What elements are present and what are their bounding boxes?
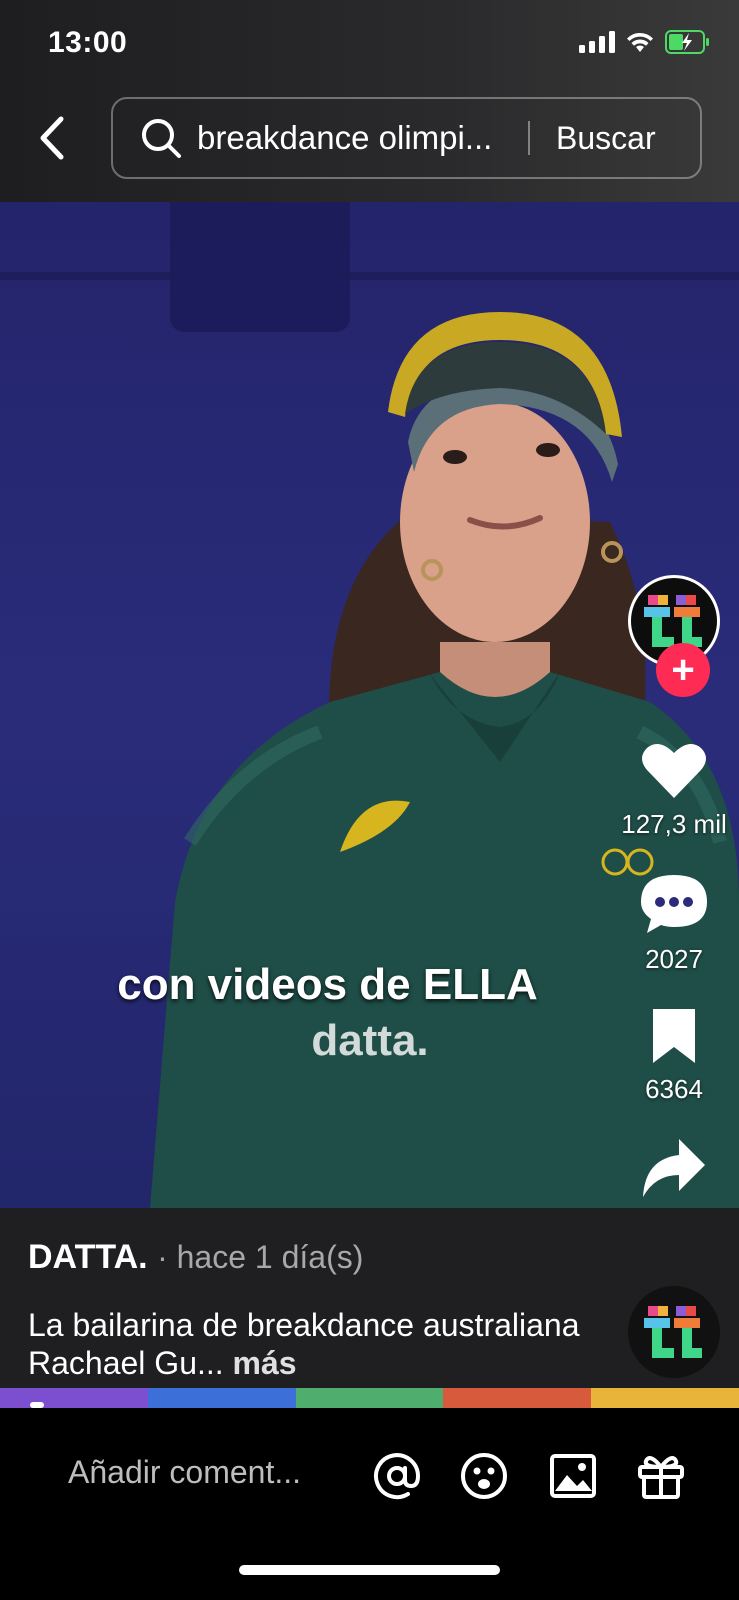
author-line: DATTA. · hace 1 día(s) bbox=[28, 1238, 363, 1277]
author-name[interactable]: DATTA. bbox=[28, 1238, 148, 1276]
status-time: 13:00 bbox=[48, 26, 128, 59]
strip-segment bbox=[147, 1388, 296, 1408]
mention-button[interactable] bbox=[371, 1450, 423, 1502]
top-bar: 13:00 breakdance olimpi... Buscar bbox=[0, 0, 739, 202]
tiktok-video-screen: 13:00 breakdance olimpi... Buscar con vi… bbox=[0, 0, 739, 1600]
wifi-icon bbox=[627, 32, 653, 52]
share-icon bbox=[643, 1139, 705, 1197]
image-icon bbox=[550, 1454, 596, 1498]
gift-icon bbox=[638, 1456, 684, 1499]
video-progress-strip[interactable] bbox=[0, 1388, 739, 1408]
search-button[interactable]: Buscar bbox=[556, 120, 656, 157]
search-icon bbox=[139, 116, 183, 160]
follow-button[interactable]: + bbox=[656, 643, 710, 697]
back-button[interactable] bbox=[30, 112, 74, 164]
strip-segment bbox=[0, 1388, 148, 1408]
video-caption: con videos de ELLA bbox=[117, 960, 538, 1009]
comment-button[interactable]: 2027 bbox=[609, 873, 739, 975]
heart-icon bbox=[642, 744, 706, 798]
post-time: · hace 1 día(s) bbox=[157, 1239, 364, 1275]
save-count: 6364 bbox=[645, 1074, 703, 1104]
bookmark-button[interactable]: 6364 bbox=[609, 1007, 739, 1105]
search-input[interactable]: breakdance olimpi... bbox=[197, 119, 522, 157]
music-disc-avatar[interactable] bbox=[628, 1286, 720, 1378]
emoji-button[interactable] bbox=[458, 1450, 510, 1502]
status-icons bbox=[579, 30, 711, 54]
back-icon bbox=[40, 116, 64, 160]
strip-segment bbox=[295, 1388, 444, 1408]
strip-segment bbox=[443, 1388, 592, 1408]
search-box[interactable]: breakdance olimpi... Buscar bbox=[111, 97, 702, 179]
comment-icon bbox=[641, 875, 707, 933]
creator-logo-icon bbox=[644, 595, 702, 647]
comment-count: 2027 bbox=[645, 944, 703, 974]
emoji-icon bbox=[461, 1453, 507, 1499]
battery-icon bbox=[665, 30, 709, 54]
home-indicator[interactable] bbox=[239, 1565, 500, 1575]
post-info-panel: DATTA. · hace 1 día(s) La bailarina de b… bbox=[0, 1208, 739, 1388]
gift-button[interactable] bbox=[635, 1450, 687, 1502]
more-link[interactable]: más bbox=[233, 1345, 297, 1381]
like-button[interactable]: 127,3 mil bbox=[609, 740, 739, 840]
strip-segment bbox=[591, 1388, 739, 1408]
bookmark-icon bbox=[653, 1009, 695, 1063]
post-description[interactable]: La bailarina de breakdance australiana R… bbox=[28, 1306, 588, 1382]
mention-icon bbox=[374, 1453, 421, 1500]
creator-logo-icon bbox=[644, 1306, 702, 1358]
comment-input[interactable]: Añadir coment... bbox=[68, 1454, 301, 1491]
signal-icon bbox=[579, 31, 615, 53]
search-divider bbox=[528, 121, 530, 155]
description-text: La bailarina de breakdance australiana R… bbox=[28, 1307, 580, 1381]
like-count: 127,3 mil bbox=[621, 809, 727, 839]
image-button[interactable] bbox=[547, 1450, 599, 1502]
